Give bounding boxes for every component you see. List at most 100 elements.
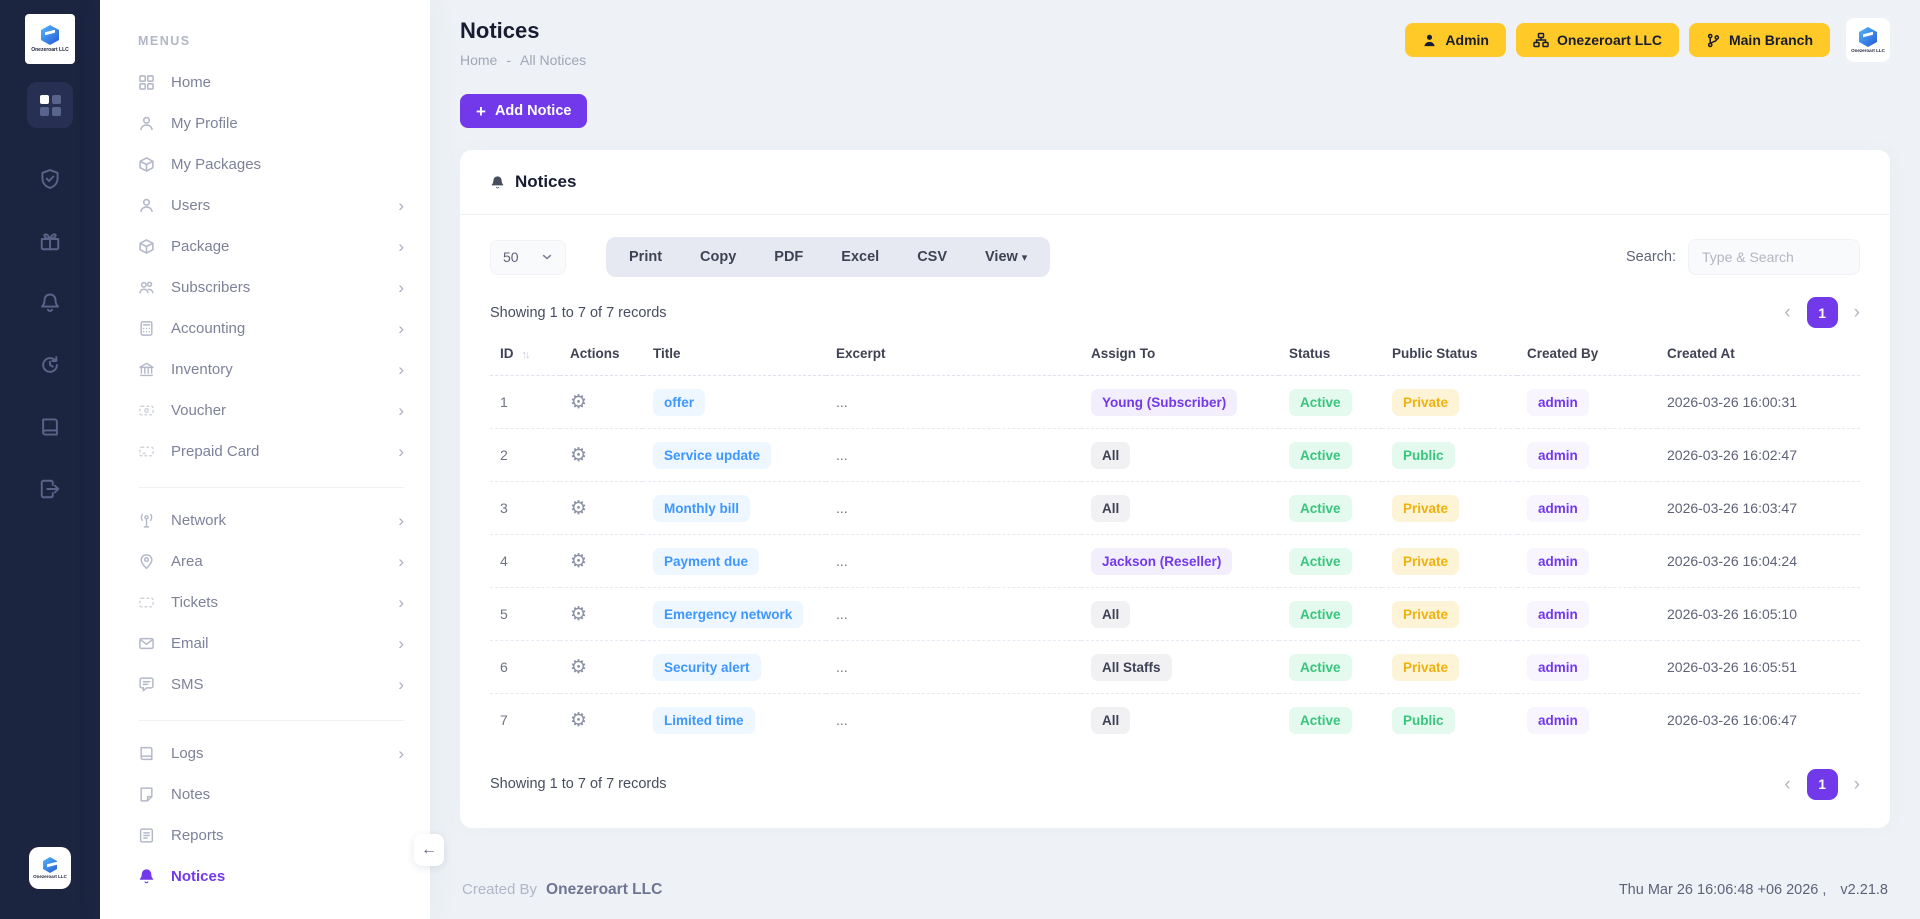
search-input[interactable] [1688, 239, 1860, 275]
chevron-right-icon: › [398, 197, 404, 214]
view-dropdown-button[interactable]: View▾ [966, 241, 1046, 273]
csv-button[interactable]: CSV [898, 241, 966, 273]
sidebar-item-sms[interactable]: SMS › [138, 664, 410, 705]
sidebar-item-reports[interactable]: Reports [138, 815, 410, 856]
brand-logo-bottom[interactable]: Onezeroart LLC [29, 847, 71, 889]
sidebar-item-network[interactable]: Network › [138, 500, 410, 541]
sidebar-item-email[interactable]: Email › [138, 623, 410, 664]
header-assign-to[interactable]: Assign To [1081, 334, 1279, 376]
table-row: 5 ⚙ Emergency network ... All Active Pri… [490, 588, 1860, 641]
header-public-status[interactable]: Public Status [1382, 334, 1517, 376]
notice-title-link[interactable]: Security alert [653, 654, 761, 681]
chevron-down-icon [541, 251, 553, 263]
sidebar-item-my-packages[interactable]: My Packages [138, 144, 410, 185]
notice-title-link[interactable]: offer [653, 389, 705, 416]
brand-logo-topbar[interactable]: Onezeroart LLC [1846, 18, 1890, 62]
breadcrumb-home[interactable]: Home [460, 52, 497, 68]
header-title[interactable]: Title [643, 334, 826, 376]
chevron-right-icon: › [398, 402, 404, 419]
excel-button[interactable]: Excel [822, 241, 898, 273]
chevron-right-icon[interactable]: › [1854, 775, 1860, 794]
gift-icon[interactable] [39, 230, 61, 252]
assign-badge: Young (Subscriber) [1091, 389, 1237, 416]
sidebar-item-logs[interactable]: Logs › [138, 733, 410, 774]
gear-icon[interactable]: ⚙ [570, 391, 587, 413]
app-footer: Created By Onezeroart LLC Thu Mar 26 16:… [430, 861, 1920, 919]
pagination-bottom: ‹ 1 › [1784, 769, 1860, 800]
sidebar-item-my-profile[interactable]: My Profile [138, 103, 410, 144]
sidebar-item-subscribers[interactable]: Subscribers › [138, 267, 410, 308]
notice-title-link[interactable]: Emergency network [653, 601, 803, 628]
header-excerpt[interactable]: Excerpt [826, 334, 1081, 376]
copy-button[interactable]: Copy [681, 241, 755, 273]
gear-icon[interactable]: ⚙ [570, 709, 587, 731]
logout-icon[interactable] [39, 478, 61, 500]
gear-icon[interactable]: ⚙ [570, 444, 587, 466]
header-id[interactable]: ID↑↓ [490, 334, 560, 376]
gear-icon[interactable]: ⚙ [570, 603, 587, 625]
public-status-badge: Public [1392, 442, 1455, 469]
search-label: Search: [1626, 249, 1676, 265]
divider [138, 720, 404, 721]
sidebar-item-notes[interactable]: Notes [138, 774, 410, 815]
chevron-right-icon: › [398, 635, 404, 652]
gear-icon[interactable]: ⚙ [570, 497, 587, 519]
chevron-right-icon[interactable]: › [1854, 303, 1860, 322]
chevron-left-icon[interactable]: ‹ [1784, 775, 1790, 794]
admin-button[interactable]: Admin [1405, 23, 1506, 57]
sidebar-menu: MENUS Home My Profile My Packages Users … [100, 0, 430, 919]
brand-logo[interactable]: Onezeroart LLC [25, 14, 75, 64]
header-created-at[interactable]: Created At [1657, 334, 1860, 376]
notice-title-link[interactable]: Payment due [653, 548, 759, 575]
print-button[interactable]: Print [610, 241, 681, 273]
page-size-select[interactable]: 50 [490, 240, 566, 275]
page-header: Notices Home - All Notices Admin Onezero… [460, 18, 1890, 68]
sidebar-collapse-button[interactable]: ← [414, 834, 444, 866]
branch-button[interactable]: Main Branch [1689, 23, 1830, 57]
calculator-icon [138, 320, 156, 337]
page-number-button[interactable]: 1 [1807, 297, 1838, 328]
shield-check-icon[interactable] [39, 168, 61, 190]
brand-name: Onezeroart LLC [1851, 48, 1885, 53]
sidebar-item-users[interactable]: Users › [138, 185, 410, 226]
brand-hexagon-icon [43, 857, 57, 873]
created-by-badge: admin [1527, 601, 1589, 628]
notice-title-link[interactable]: Service update [653, 442, 771, 469]
status-badge: Active [1289, 495, 1352, 522]
gear-icon[interactable]: ⚙ [570, 656, 587, 678]
history-icon[interactable] [39, 354, 61, 376]
sidebar-item-package[interactable]: Package › [138, 226, 410, 267]
gear-icon[interactable]: ⚙ [570, 550, 587, 572]
book-icon [138, 745, 156, 762]
bell-icon[interactable] [39, 292, 61, 314]
pdf-button[interactable]: PDF [755, 241, 822, 273]
dashboard-grid-icon[interactable] [27, 82, 73, 128]
header-status[interactable]: Status [1279, 334, 1382, 376]
bank-icon [138, 361, 156, 378]
sidebar-item-inventory[interactable]: Inventory › [138, 349, 410, 390]
header-actions[interactable]: Actions [560, 334, 643, 376]
sidebar-item-voucher[interactable]: Voucher › [138, 390, 410, 431]
add-notice-button[interactable]: + Add Notice [460, 94, 587, 128]
book-icon[interactable] [39, 416, 61, 438]
sidebar-item-home[interactable]: Home [138, 62, 410, 103]
sidebar-item-notices[interactable]: Notices [138, 856, 410, 897]
company-button[interactable]: Onezeroart LLC [1516, 23, 1679, 57]
header-created-by[interactable]: Created By [1517, 334, 1657, 376]
page-title: Notices [460, 18, 586, 44]
sidebar-item-accounting[interactable]: Accounting › [138, 308, 410, 349]
arrow-left-icon: ← [421, 841, 437, 859]
notice-title-link[interactable]: Limited time [653, 707, 755, 734]
note-icon [138, 786, 156, 803]
sidebar-item-area[interactable]: Area › [138, 541, 410, 582]
main-content: ← Notices Home - All Notices Admin Oneze… [430, 0, 1920, 919]
public-status-badge: Public [1392, 707, 1455, 734]
page-number-button[interactable]: 1 [1807, 769, 1838, 800]
chevron-left-icon[interactable]: ‹ [1784, 303, 1790, 322]
notice-title-link[interactable]: Monthly bill [653, 495, 750, 522]
table-header-row: ID↑↓ Actions Title Excerpt Assign To Sta… [490, 334, 1860, 376]
sort-icon: ↑↓ [522, 349, 529, 361]
sidebar-item-tickets[interactable]: Tickets › [138, 582, 410, 623]
breadcrumb-current: All Notices [520, 52, 586, 68]
sidebar-item-prepaid-card[interactable]: Prepaid Card › [138, 431, 410, 472]
